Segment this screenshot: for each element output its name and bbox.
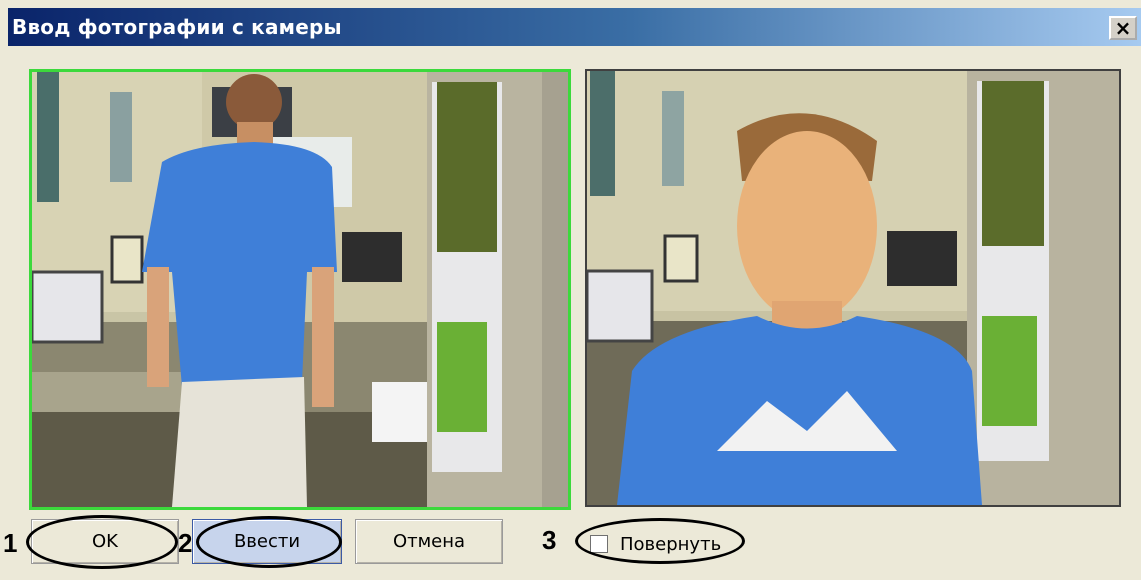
camera-live-view xyxy=(29,69,571,510)
callout-number-3: 3 xyxy=(542,525,557,555)
cancel-button[interactable]: Отмена xyxy=(355,519,503,564)
cancel-button-label: Отмена xyxy=(392,531,466,552)
callout-number-2: 2 xyxy=(178,528,193,558)
captured-photo-scene xyxy=(587,71,1119,505)
callout-ellipse-enter xyxy=(196,516,342,568)
callout-ellipse-rotate xyxy=(575,518,745,564)
callout-number-1: 1 xyxy=(3,528,18,558)
close-icon: × xyxy=(1114,16,1132,40)
live-view-scene xyxy=(32,72,568,507)
callout-ellipse-ok xyxy=(26,515,178,569)
close-button[interactable]: × xyxy=(1109,16,1137,40)
camera-photo-dialog: Ввод фотографии с камеры × OK Ввести Отм… xyxy=(0,0,1141,580)
dialog-titlebar[interactable]: Ввод фотографии с камеры × xyxy=(8,8,1141,46)
captured-photo xyxy=(585,69,1121,507)
dialog-title: Ввод фотографии с камеры xyxy=(12,15,342,39)
